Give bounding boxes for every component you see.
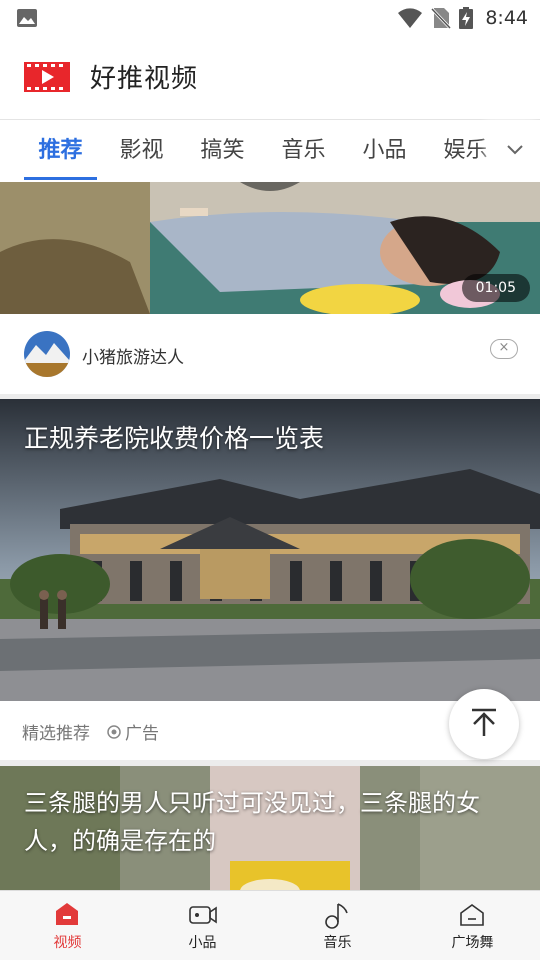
- back-to-top-button[interactable]: [449, 689, 519, 759]
- no-sim-icon: [431, 7, 452, 29]
- app-logo-icon: [24, 62, 70, 92]
- category-tab-bar: 推荐 影视 搞笑 音乐 小品 娱乐: [0, 120, 540, 182]
- tab-music[interactable]: 音乐: [263, 120, 344, 182]
- author-row: 小猪旅游达人 ×: [0, 314, 540, 394]
- home-icon: [56, 903, 78, 925]
- video-thumbnail-image: [0, 182, 540, 314]
- tab-movies[interactable]: 影视: [101, 120, 182, 182]
- nav-skits-label: 小品: [188, 935, 217, 951]
- video-title: 三条腿的男人只听过可没见过，三条腿的女人，的确是存在的: [24, 789, 480, 855]
- tab-skits[interactable]: 小品: [344, 120, 425, 182]
- ad-card[interactable]: 正规养老院收费价格一览表: [0, 399, 540, 701]
- video-feed[interactable]: 01:05 小猪旅游达人 × 正规养老院收费价格一览表 精选推荐 广告 三条腿的…: [0, 182, 540, 890]
- author-name[interactable]: 小猪旅游达人: [82, 343, 184, 368]
- battery-charging-icon: [459, 7, 474, 29]
- nav-video[interactable]: 视频: [0, 891, 135, 960]
- status-bar: 8:44: [0, 0, 540, 36]
- app-title: 好推视频: [90, 64, 199, 94]
- nav-video-label: 视频: [53, 935, 82, 951]
- video-camera-icon: [189, 906, 217, 924]
- dismiss-button[interactable]: ×: [490, 339, 518, 359]
- ad-title: 正规养老院收费价格一览表: [24, 424, 325, 453]
- status-time: 8:44: [485, 7, 528, 29]
- chevron-down-icon: [507, 145, 523, 155]
- ad-label: 广告: [106, 719, 159, 744]
- tab-recommend[interactable]: 推荐: [20, 120, 101, 182]
- bottom-nav: 视频 小品 音乐 广场舞: [0, 890, 540, 960]
- nav-square-dance-label: 广场舞: [451, 935, 494, 951]
- arrow-up-icon: [472, 708, 496, 736]
- avatar[interactable]: [24, 331, 70, 377]
- video-thumbnail[interactable]: 01:05: [0, 182, 540, 314]
- video-duration: 01:05: [461, 274, 530, 302]
- nav-square-dance[interactable]: 广场舞: [405, 891, 540, 960]
- ad-source: 精选推荐: [22, 724, 90, 744]
- music-note-icon: [325, 903, 348, 929]
- ad-label-text: 广告: [125, 724, 159, 744]
- wifi-icon: [398, 8, 423, 28]
- video-card[interactable]: 三条腿的男人只听过可没见过，三条腿的女人，的确是存在的: [0, 766, 540, 890]
- app-header: 好推视频: [0, 36, 540, 120]
- nav-music[interactable]: 音乐: [270, 891, 405, 960]
- more-categories-button[interactable]: [492, 120, 540, 182]
- nav-skits[interactable]: 小品: [135, 891, 270, 960]
- square-dance-icon: [460, 904, 484, 926]
- gallery-icon: [17, 9, 37, 27]
- tab-funny[interactable]: 搞笑: [182, 120, 263, 182]
- nav-music-label: 音乐: [323, 935, 352, 951]
- ad-target-icon: [107, 724, 121, 739]
